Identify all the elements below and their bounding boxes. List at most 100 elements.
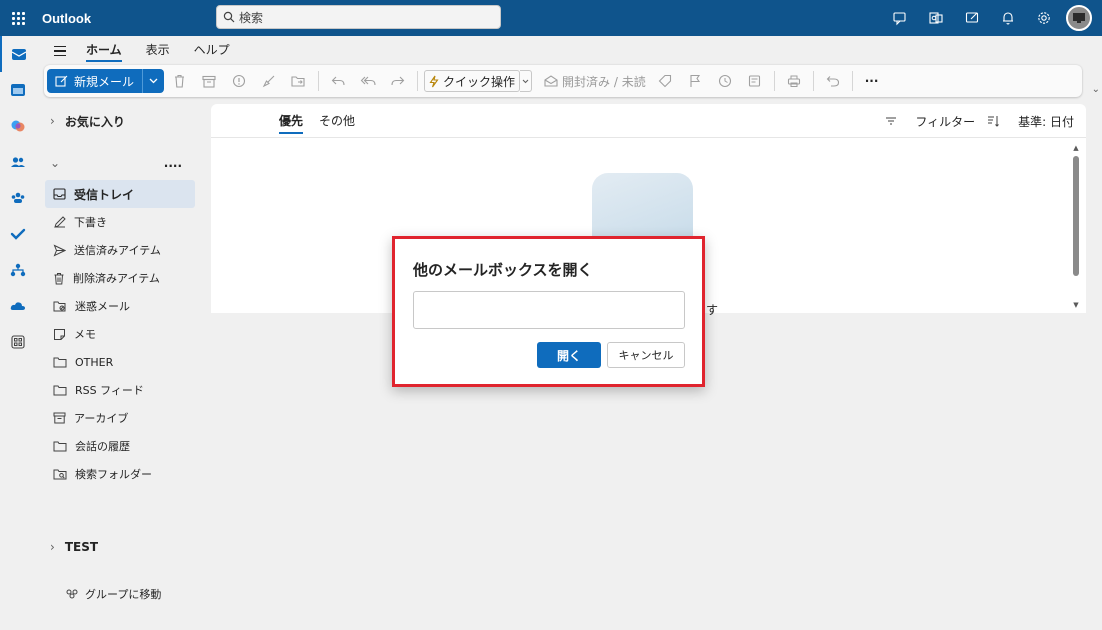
tab-home[interactable]: ホーム bbox=[74, 38, 134, 64]
tag-icon[interactable] bbox=[650, 69, 680, 93]
scroll-up-arrow-icon[interactable]: ▲ bbox=[1072, 144, 1080, 152]
quick-action-dropdown[interactable] bbox=[520, 70, 533, 92]
delete-icon[interactable] bbox=[164, 69, 194, 93]
new-mail-button[interactable]: 新規メール bbox=[47, 69, 143, 93]
filter-button[interactable]: フィルター bbox=[885, 113, 975, 130]
tab-view[interactable]: 表示 bbox=[134, 38, 182, 64]
rules-icon[interactable] bbox=[740, 69, 770, 93]
envelope-open-icon bbox=[544, 75, 558, 87]
favorites-header[interactable]: › お気に入り bbox=[40, 104, 208, 138]
folder-label: 受信トレイ bbox=[74, 187, 135, 202]
rail-copilot[interactable] bbox=[0, 108, 36, 144]
folder-deleted[interactable]: 削除済みアイテム bbox=[45, 264, 195, 292]
archive-icon[interactable] bbox=[194, 69, 224, 93]
send-icon bbox=[53, 243, 66, 257]
reply-all-icon[interactable] bbox=[353, 69, 383, 93]
bell-icon[interactable] bbox=[990, 0, 1026, 36]
account-icon bbox=[1073, 13, 1085, 23]
chevron-down-icon bbox=[522, 79, 529, 83]
folder-rss[interactable]: RSS フィード bbox=[45, 376, 195, 404]
gear-icon[interactable] bbox=[1026, 0, 1062, 36]
notes-icon[interactable] bbox=[954, 0, 990, 36]
test-group-header[interactable]: › TEST bbox=[40, 540, 98, 554]
report-icon[interactable] bbox=[224, 69, 254, 93]
hamburger-icon[interactable] bbox=[44, 45, 74, 57]
list-tools: フィルター 基準: 日付 bbox=[873, 104, 1074, 138]
test-group-label: TEST bbox=[64, 540, 99, 554]
app-launcher-button[interactable] bbox=[0, 0, 36, 36]
rail-onedrive[interactable] bbox=[0, 288, 36, 324]
app-rail bbox=[0, 36, 36, 630]
undo-icon[interactable] bbox=[818, 69, 848, 93]
toolbar-divider bbox=[318, 71, 320, 91]
search-box[interactable]: 検索 bbox=[216, 5, 501, 29]
folder-search-folders[interactable]: 検索フォルダー bbox=[45, 460, 195, 488]
print-icon[interactable] bbox=[779, 69, 809, 93]
flag-icon[interactable] bbox=[680, 69, 710, 93]
title-bar: Outlook 検索 bbox=[0, 0, 1102, 36]
folder-label: OTHER bbox=[75, 355, 114, 369]
more-options-button[interactable]: ··· bbox=[857, 69, 887, 93]
folder-junk[interactable]: 迷惑メール bbox=[45, 292, 195, 320]
folder-notes[interactable]: メモ bbox=[45, 320, 195, 348]
tab-focused[interactable]: 優先 bbox=[271, 104, 311, 138]
rail-todo[interactable] bbox=[0, 216, 36, 252]
mailbox-input[interactable] bbox=[413, 291, 685, 329]
org-chart-icon bbox=[10, 263, 26, 277]
folder-inbox[interactable]: 受信トレイ bbox=[45, 180, 195, 208]
tab-other[interactable]: その他 bbox=[311, 104, 363, 138]
folder-other[interactable]: OTHER bbox=[45, 348, 195, 376]
scrollbar[interactable]: ▲ ▼ bbox=[1072, 144, 1080, 309]
rail-calendar[interactable] bbox=[0, 72, 36, 108]
junk-icon bbox=[53, 301, 66, 312]
open-button[interactable]: 開く bbox=[537, 342, 601, 368]
copilot-icon bbox=[11, 120, 25, 132]
new-mail-dropdown[interactable] bbox=[142, 69, 165, 93]
rail-groups[interactable] bbox=[0, 180, 36, 216]
clock-icon[interactable] bbox=[710, 69, 740, 93]
draft-icon bbox=[54, 215, 66, 228]
compose-icon bbox=[55, 75, 68, 87]
go-to-groups-label: グループに移動 bbox=[85, 588, 162, 601]
rail-org[interactable] bbox=[0, 252, 36, 288]
mail-icon bbox=[11, 49, 27, 60]
cancel-button[interactable]: キャンセル bbox=[607, 342, 685, 368]
folder-archive[interactable]: アーカイブ bbox=[45, 404, 195, 432]
rail-people[interactable] bbox=[0, 144, 36, 180]
account-header[interactable]: ⌄ .... bbox=[40, 146, 208, 180]
tab-help[interactable]: ヘルプ bbox=[182, 38, 242, 64]
scroll-thumb[interactable] bbox=[1073, 156, 1079, 276]
read-unread-button[interactable]: 開封済み / 未読 bbox=[540, 69, 650, 93]
title-actions bbox=[882, 0, 1092, 36]
inbox-icon bbox=[53, 188, 66, 200]
sort-button[interactable]: 基準: 日付 bbox=[987, 113, 1074, 130]
outlook-app-icon[interactable] bbox=[918, 0, 954, 36]
chat-icon[interactable] bbox=[882, 0, 918, 36]
cloud-icon bbox=[10, 302, 25, 310]
quick-action-button[interactable]: クイック操作 bbox=[424, 70, 521, 92]
archive-icon bbox=[53, 412, 66, 424]
ribbon-tabs: ホーム 表示 ヘルプ bbox=[44, 38, 242, 64]
app-name[interactable]: Outlook bbox=[42, 11, 91, 26]
folder-label: 検索フォルダー bbox=[75, 468, 152, 481]
ribbon-collapse-chevron-icon[interactable]: ⌄ bbox=[1092, 84, 1100, 95]
folder-conversation-history[interactable]: 会話の履歴 bbox=[45, 432, 195, 460]
move-to-folder-icon[interactable] bbox=[284, 69, 314, 93]
go-to-groups-link[interactable]: グループに移動 bbox=[65, 586, 161, 602]
toolbar-divider bbox=[773, 71, 775, 91]
scroll-down-arrow-icon[interactable]: ▼ bbox=[1072, 301, 1080, 309]
forward-icon[interactable] bbox=[383, 69, 413, 93]
rail-mail[interactable] bbox=[0, 36, 36, 72]
sweep-icon[interactable] bbox=[254, 69, 284, 93]
filter-label: フィルター bbox=[915, 114, 976, 129]
reply-icon[interactable] bbox=[323, 69, 353, 93]
rail-more-apps[interactable] bbox=[0, 324, 36, 360]
message-list-header: 優先 その他 フィルター 基準: 日付 bbox=[211, 104, 1086, 138]
folder-label: アーカイブ bbox=[74, 412, 129, 425]
folder-icon bbox=[53, 385, 67, 396]
folder-drafts[interactable]: 下書き bbox=[45, 208, 195, 236]
trash-icon bbox=[54, 272, 64, 284]
waffle-icon bbox=[11, 11, 25, 25]
folder-sent[interactable]: 送信済みアイテム bbox=[45, 236, 195, 264]
avatar[interactable] bbox=[1066, 5, 1092, 31]
